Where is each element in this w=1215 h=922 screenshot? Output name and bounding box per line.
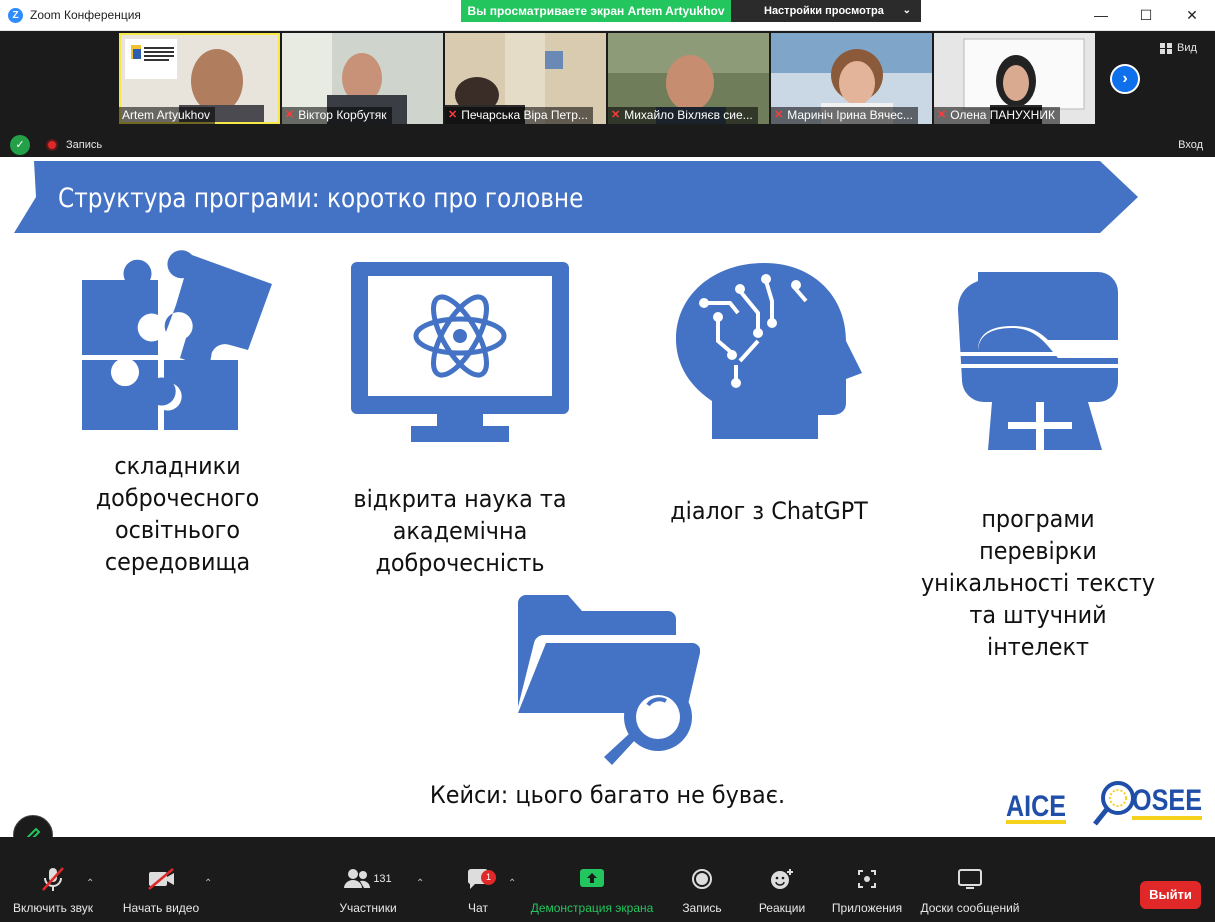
aice-logo: AICE <box>1006 790 1066 824</box>
chevron-down-icon: ⌄ <box>902 5 911 16</box>
participant-tile[interactable]: ✕ Віктор Корбутяк <box>282 33 443 124</box>
audio-options-caret-icon[interactable]: ⌃ <box>86 878 94 889</box>
chevron-right-icon: › <box>1122 70 1128 87</box>
whiteboard-icon <box>955 865 985 893</box>
zoom-logo-icon: Z <box>8 8 23 23</box>
start-video-label: Начать видео <box>122 901 200 915</box>
record-button[interactable]: Запись <box>676 837 728 922</box>
osee-logo: OSEE <box>1093 781 1202 826</box>
leave-button[interactable]: Выйти <box>1140 881 1201 909</box>
screen-share-banner: Вы просматриваете экран Artem Artyukhov <box>461 0 731 22</box>
share-screen-icon <box>577 865 607 893</box>
participant-tile[interactable]: ✕ Печарська Віра Петр... <box>445 33 606 124</box>
record-label: Запись <box>682 901 722 915</box>
close-button[interactable]: ✕ <box>1169 0 1215 30</box>
share-screen-button[interactable]: Демонстрация экрана <box>527 837 657 922</box>
participant-tile[interactable]: Artem Artyukhov <box>119 33 280 124</box>
chat-label: Чат <box>468 901 488 915</box>
recording-indicator[interactable]: Запись <box>46 139 102 151</box>
monitor-atom-icon <box>351 262 569 442</box>
participants-label: Участники <box>339 901 397 915</box>
participants-button[interactable]: 131 Участники <box>336 837 400 922</box>
puzzle-icon <box>82 250 272 430</box>
smiley-icon <box>767 865 797 893</box>
participant-name: ✕ Віктор Корбутяк <box>282 107 392 124</box>
caption-chatgpt-dialog: діалог з ChatGPT <box>670 497 868 525</box>
caption-integrity-components: складники доброчесного освітнього середо… <box>95 452 260 576</box>
participant-name: Artem Artyukhov <box>119 107 216 124</box>
python-logo-icon <box>958 272 1120 450</box>
reactions-button[interactable]: Реакции <box>752 837 812 922</box>
muted-mic-icon <box>38 865 68 893</box>
view-button[interactable]: Вид <box>1160 42 1197 54</box>
shared-slide: Структура програми: коротко про головне <box>0 157 1215 837</box>
record-icon <box>687 865 717 893</box>
apps-label: Приложения <box>831 901 903 915</box>
participants-count: 131 <box>373 873 392 885</box>
whiteboards-label: Доски сообщений <box>920 901 1020 915</box>
caption-open-science: відкрита наука та академічна доброчесніс… <box>353 485 567 577</box>
participants-caret-icon[interactable]: ⌃ <box>416 878 424 889</box>
muted-mic-icon: ✕ <box>937 109 947 121</box>
chat-caret-icon[interactable]: ⌃ <box>508 878 516 889</box>
exit-button[interactable]: Вход <box>1178 139 1203 151</box>
muted-mic-icon: ✕ <box>611 109 621 121</box>
participant-tile[interactable]: ✕ Олена ПАНУХНИК <box>934 33 1095 124</box>
participant-name: ✕ Олена ПАНУХНИК <box>934 107 1060 124</box>
gallery-next-button[interactable]: › <box>1110 64 1140 94</box>
muted-mic-icon: ✕ <box>774 109 784 121</box>
window-title: Zoom Конференция <box>30 8 141 22</box>
meeting-toolbar: Включить звук ⌃ Начать видео ⌃ 131 Участ… <box>0 837 1215 922</box>
view-options-label: Настройки просмотра <box>764 5 884 17</box>
participant-name: ✕ Михайло Віхляєв сие... <box>608 107 758 124</box>
folder-search-icon <box>518 595 700 765</box>
muted-mic-icon: ✕ <box>448 109 458 121</box>
participant-gallery: Artem Artyukhov ✕ Віктор Корбутяк ✕ Печарс… <box>0 31 1215 126</box>
maximize-button[interactable]: ☐ <box>1123 0 1169 30</box>
security-shield-icon[interactable]: ✓ <box>10 135 30 155</box>
aice-logo-text: AICE <box>1006 790 1066 823</box>
participant-tile[interactable]: ✕ Михайло Віхляєв сие... <box>608 33 769 124</box>
video-off-icon <box>146 865 176 893</box>
record-dot-icon <box>46 139 58 151</box>
chat-unread-badge: 1 <box>481 870 496 885</box>
muted-mic-icon: ✕ <box>285 109 295 121</box>
start-video-button[interactable]: Начать видео <box>118 837 204 922</box>
participant-name: ✕ Печарська Віра Петр... <box>445 107 593 124</box>
status-row: ✓ Запись Вход <box>0 126 1215 157</box>
minimize-button[interactable]: — <box>1078 0 1124 30</box>
whiteboards-button[interactable]: Доски сообщений <box>916 837 1024 922</box>
participant-name: ✕ Мариніч Ірина Вячес... <box>771 107 918 124</box>
title-bar: Z Zoom Конференция Вы просматриваете экр… <box>0 0 1215 31</box>
slide-title: Структура програми: коротко про головне <box>58 183 584 214</box>
unmute-label: Включить звук <box>12 901 94 915</box>
record-label: Запись <box>66 139 103 151</box>
grid-icon <box>1160 42 1172 54</box>
participant-tile[interactable]: ✕ Мариніч Ірина Вячес... <box>771 33 932 124</box>
video-options-caret-icon[interactable]: ⌃ <box>204 878 212 889</box>
view-label: Вид <box>1177 42 1197 54</box>
ai-head-icon <box>676 263 862 439</box>
unmute-button[interactable]: Включить звук <box>8 837 98 922</box>
view-options-button[interactable]: Настройки просмотра ⌄ <box>731 0 921 22</box>
zoom-window: Z Zoom Конференция Вы просматриваете экр… <box>0 0 1215 922</box>
caption-text-check-programs: програми перевірки унікальності тексту т… <box>920 505 1156 661</box>
caption-cases: Кейси: цього багато не буває. <box>429 781 786 809</box>
apps-icon <box>852 865 882 893</box>
apps-button[interactable]: Приложения <box>826 837 908 922</box>
share-screen-label: Демонстрация экрана <box>530 901 654 915</box>
reactions-label: Реакции <box>758 901 806 915</box>
participants-icon: 131 <box>343 865 393 893</box>
osee-logo-text: OSEE <box>1132 784 1202 817</box>
